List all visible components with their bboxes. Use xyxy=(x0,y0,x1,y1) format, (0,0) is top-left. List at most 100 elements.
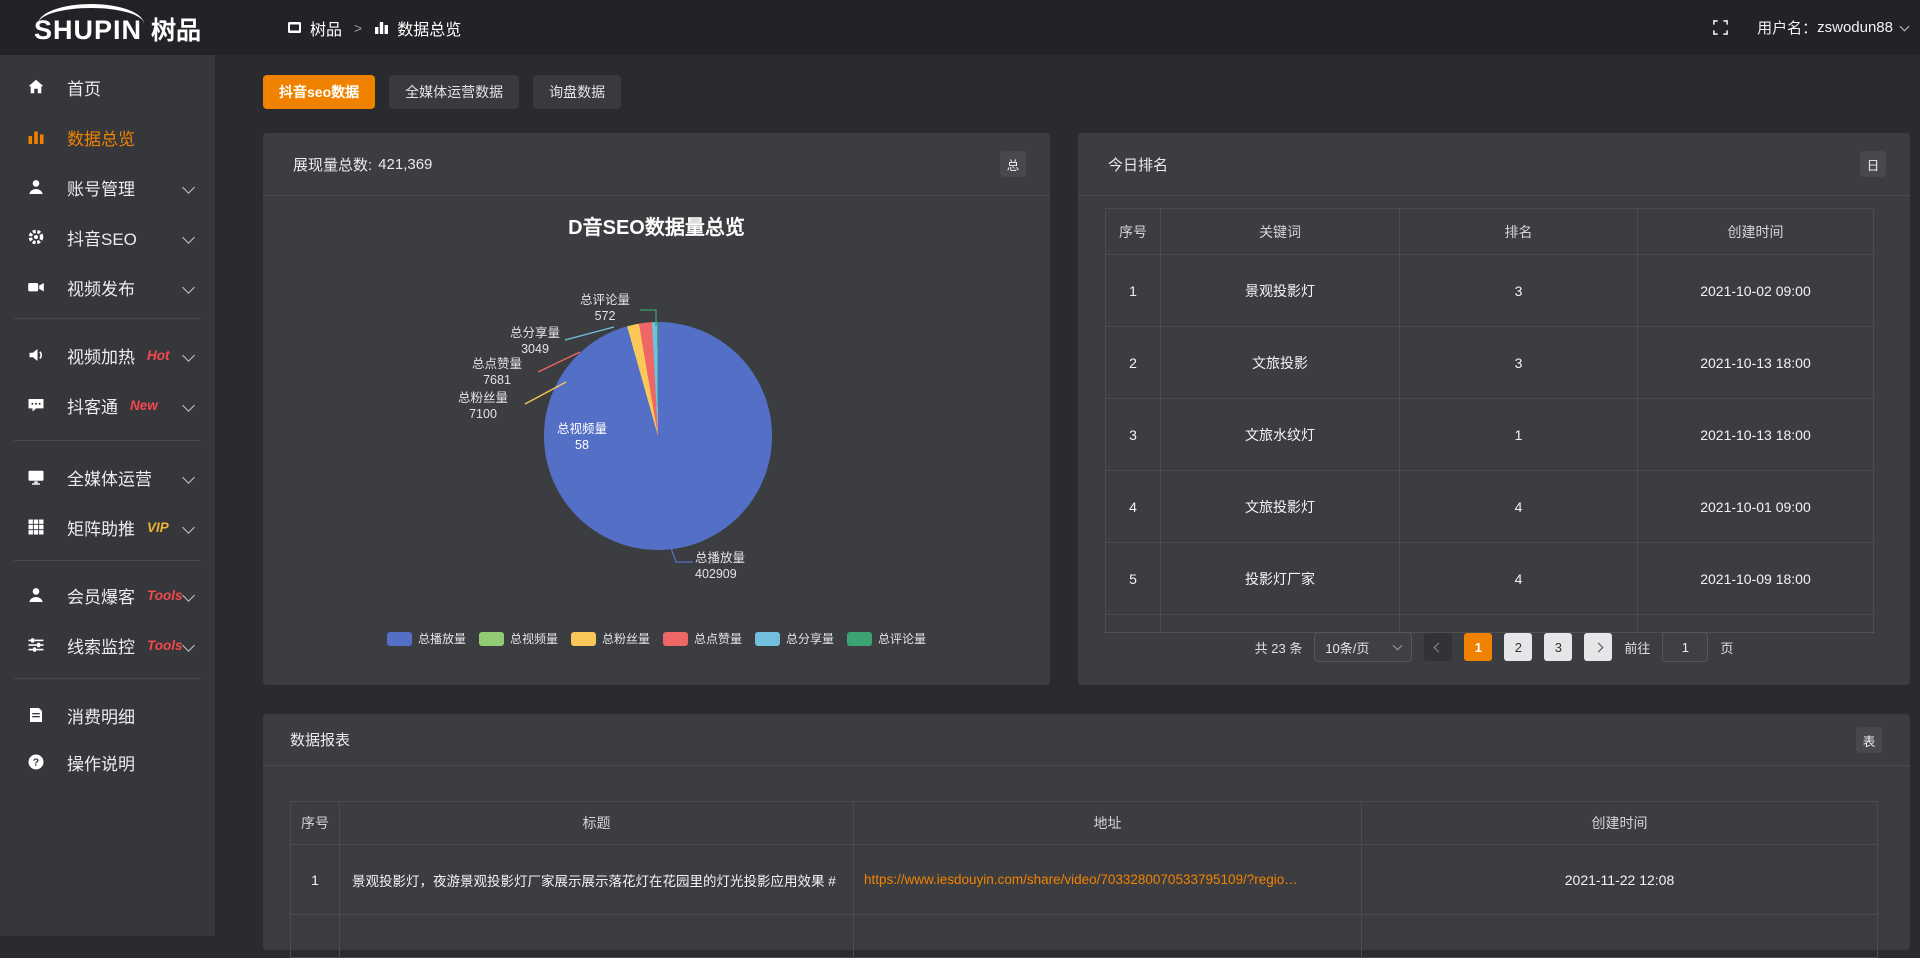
gear-icon xyxy=(27,228,45,246)
sidebar-item-label: 操作说明 xyxy=(67,750,135,775)
col-created: 创建时间 xyxy=(1362,802,1878,845)
sidebar: 首页 数据总览 账号管理 抖音SEO 视频发布 视频加热 Hot 抖客通 New… xyxy=(0,55,215,936)
user-menu[interactable]: 用户名： zswodun88 xyxy=(1757,17,1908,38)
sidebar-item-label: 线索监控 xyxy=(67,633,135,658)
sidebar-item-video-heat[interactable]: 视频加热 Hot xyxy=(0,330,215,380)
page-size-select[interactable]: 10条/页 xyxy=(1314,632,1412,662)
table-row: 4文旅投影灯42021-10-01 09:00 xyxy=(1106,471,1874,543)
monitor-icon xyxy=(27,468,45,486)
chevron-down-icon xyxy=(182,349,195,362)
sidebar-item-home[interactable]: 首页 xyxy=(0,62,215,112)
chevron-down-icon xyxy=(182,399,195,412)
pie-label-likes: 总点赞量7681 xyxy=(463,357,531,388)
fullscreen-icon[interactable] xyxy=(1712,19,1729,36)
sidebar-item-clue-monitor[interactable]: 线索监控 Tools xyxy=(0,620,215,670)
goto-page-input[interactable]: 1 xyxy=(1662,632,1708,662)
svg-text:?: ? xyxy=(33,757,39,769)
sidebar-divider xyxy=(14,678,201,679)
data-tabs: 抖音seo数据 全媒体运营数据 询盘数据 xyxy=(263,75,621,109)
pie-leader-lines xyxy=(263,133,1050,685)
table-header-row: 序号 标题 地址 创建时间 xyxy=(291,802,1878,845)
home-icon xyxy=(27,78,45,96)
table-row: 3文旅水纹灯12021-10-13 18:00 xyxy=(1106,399,1874,471)
sidebar-item-douketong[interactable]: 抖客通 New xyxy=(0,380,215,430)
table-badge-button[interactable]: 表 xyxy=(1856,727,1882,753)
sidebar-item-member[interactable]: 会员爆客 Tools xyxy=(0,570,215,620)
username-value: zswodun88 xyxy=(1817,19,1893,36)
table-row: 2文旅投影32021-10-13 18:00 xyxy=(1106,327,1874,399)
select-caret-icon xyxy=(1393,641,1403,651)
top-bar: SHUPIN 树品 树品 > 数据总览 用户名： zswodun88 xyxy=(0,0,1920,55)
sidebar-item-label: 抖音SEO xyxy=(67,225,137,250)
sidebar-item-matrix-boost[interactable]: 矩阵助推 VIP xyxy=(0,502,215,552)
chevron-right-icon xyxy=(1593,642,1603,652)
video-title: 景观投影灯，夜游景观投影灯厂家展示展示落花灯在花园里的灯光投影应用效果 # xyxy=(340,845,854,915)
table-row-partial xyxy=(1106,615,1874,633)
tab-media-operation-data[interactable]: 全媒体运营数据 xyxy=(389,75,519,109)
sidebar-item-label: 视频加热 xyxy=(67,343,135,368)
table-row: 5投影灯厂家42021-10-09 18:00 xyxy=(1106,543,1874,615)
page-1-button[interactable]: 1 xyxy=(1464,633,1492,661)
col-index: 序号 xyxy=(291,802,340,845)
sidebar-divider xyxy=(14,318,201,319)
breadcrumb-separator: > xyxy=(354,20,362,36)
chevron-left-icon xyxy=(1433,642,1443,652)
sidebar-item-label: 数据总览 xyxy=(67,125,135,150)
table-header-row: 序号 关键词 排名 创建时间 xyxy=(1106,209,1874,255)
col-url: 地址 xyxy=(854,802,1362,845)
ranking-panel-header: 今日排名 xyxy=(1078,133,1910,196)
sidebar-item-account[interactable]: 账号管理 xyxy=(0,162,215,212)
new-badge: New xyxy=(130,398,158,413)
video-link[interactable]: https://www.iesdouyin.com/share/video/70… xyxy=(864,872,1298,887)
user-icon xyxy=(27,178,45,196)
sidebar-item-douyin-seo[interactable]: 抖音SEO xyxy=(0,212,215,262)
col-created: 创建时间 xyxy=(1638,209,1874,255)
sidebar-item-label: 账号管理 xyxy=(67,175,135,200)
chevron-down-icon xyxy=(182,589,195,602)
table-row: 1 景观投影灯，夜游景观投影灯厂家展示展示落花灯在花园里的灯光投影应用效果 # … xyxy=(291,845,1878,915)
user-caret-icon xyxy=(1900,21,1910,31)
page-3-button[interactable]: 3 xyxy=(1544,633,1572,661)
pie-label-plays: 总播放量402909 xyxy=(695,551,767,582)
tab-inquiry-data[interactable]: 询盘数据 xyxy=(533,75,621,109)
page-unit-label: 页 xyxy=(1720,638,1733,657)
grid-icon xyxy=(27,518,45,536)
ranking-title: 今日排名 xyxy=(1108,154,1168,175)
next-page-button[interactable] xyxy=(1584,633,1612,661)
heat-speaker-icon xyxy=(27,346,45,364)
member-icon xyxy=(27,586,45,604)
breadcrumb-root[interactable]: 树品 xyxy=(310,16,342,40)
pie-label-videos: 总视频量58 xyxy=(551,422,613,453)
chevron-down-icon xyxy=(182,521,195,534)
tab-douyin-seo-data[interactable]: 抖音seo数据 xyxy=(263,75,375,109)
sidebar-item-media-operation[interactable]: 全媒体运营 xyxy=(0,452,215,502)
chevron-down-icon xyxy=(182,471,195,484)
pagination: 共 23 条 10条/页 1 2 3 前往 1 页 xyxy=(1078,632,1910,662)
sidebar-item-label: 视频发布 xyxy=(67,275,135,300)
report-title: 数据报表 xyxy=(290,729,350,750)
sidebar-item-video-publish[interactable]: 视频发布 xyxy=(0,262,215,312)
overview-panel: 展现量总数: 421,369 总 D音SEO数据量总览 总评论量572 总分享量… xyxy=(263,133,1050,685)
chevron-down-icon xyxy=(182,281,195,294)
sidebar-item-label: 矩阵助推 xyxy=(67,515,135,540)
app-logo: SHUPIN 树品 xyxy=(34,11,201,47)
sidebar-item-data-overview[interactable]: 数据总览 xyxy=(0,112,215,162)
col-index: 序号 xyxy=(1106,209,1161,255)
overview-crumb-icon xyxy=(374,20,389,35)
pie-label-comments: 总评论量572 xyxy=(571,293,639,324)
breadcrumb-current[interactable]: 数据总览 xyxy=(397,16,461,40)
day-badge-button[interactable]: 日 xyxy=(1860,151,1886,177)
bar-chart-icon xyxy=(27,128,45,146)
sidebar-divider xyxy=(14,440,201,441)
logo-arc xyxy=(38,4,144,24)
page-2-button[interactable]: 2 xyxy=(1504,633,1532,661)
goto-label: 前往 xyxy=(1624,638,1650,657)
ranking-panel: 今日排名 日 序号 关键词 排名 创建时间 1景观投影灯32021-10-02 … xyxy=(1078,133,1910,685)
breadcrumb: 树品 > 数据总览 xyxy=(287,0,461,55)
sidebar-item-consumption[interactable]: 消费明细 xyxy=(0,690,215,740)
receipt-icon xyxy=(27,706,45,724)
prev-page-button[interactable] xyxy=(1424,633,1452,661)
sidebar-item-label: 抖客通 xyxy=(67,393,118,418)
sidebar-item-instructions[interactable]: ? 操作说明 xyxy=(0,737,215,787)
username-label: 用户名： xyxy=(1757,17,1817,38)
